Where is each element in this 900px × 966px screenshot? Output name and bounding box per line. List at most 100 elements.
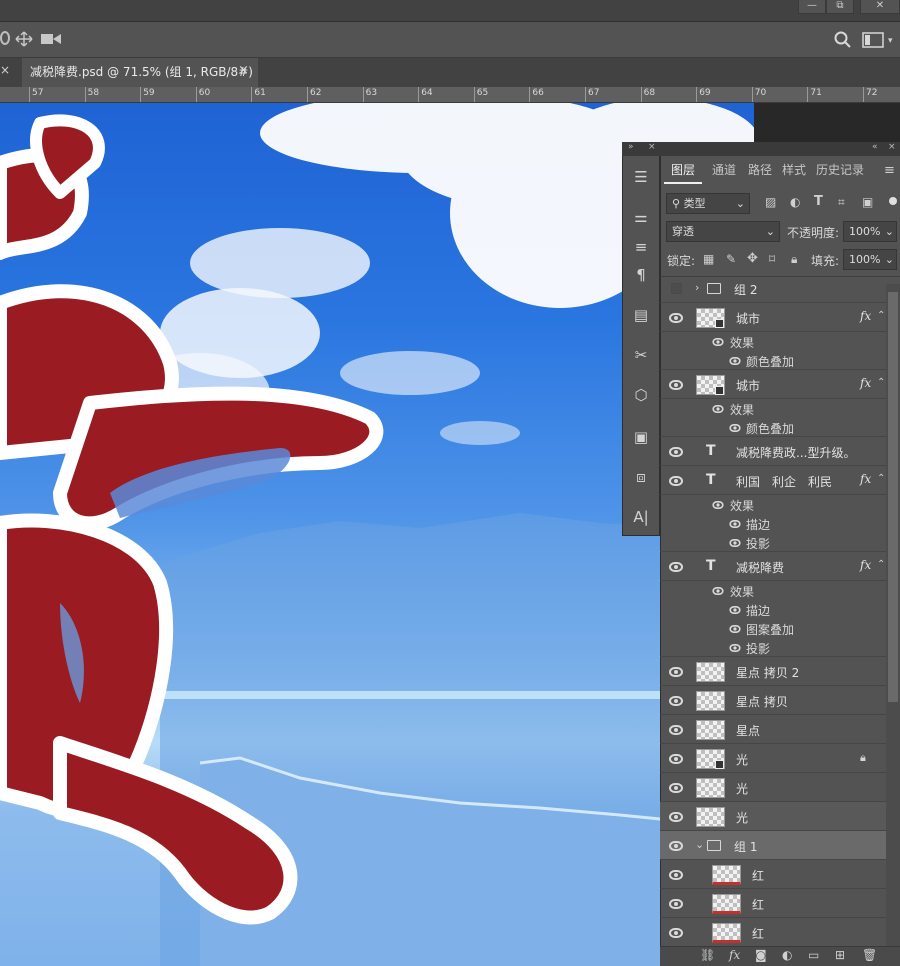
layer-name[interactable]: 红: [752, 925, 764, 942]
character-icon[interactable]: A|: [630, 506, 652, 528]
fx-icon[interactable]: fx: [860, 558, 871, 572]
effects-row[interactable]: [660, 581, 886, 600]
eye-icon[interactable]: [669, 379, 683, 390]
layer-row[interactable]: [660, 860, 886, 889]
workspace-dropdown-icon[interactable]: ▾: [888, 36, 893, 46]
properties-icon[interactable]: ☰: [630, 166, 652, 188]
chevron-right-icon[interactable]: ›: [695, 281, 699, 294]
pixel-filter-icon[interactable]: ▨: [765, 195, 776, 209]
document-tab[interactable]: 减税降费.psd @ 71.5% (组 1, RGB/8#): [22, 58, 258, 87]
eye-icon[interactable]: [712, 501, 724, 509]
eye-icon[interactable]: [669, 898, 683, 909]
visibility-toggle-empty[interactable]: [671, 282, 682, 294]
effect-item[interactable]: 颜色叠加: [746, 353, 794, 370]
layer-name[interactable]: 减税降费政...型升级。: [736, 444, 855, 461]
effects-row[interactable]: [660, 332, 886, 351]
layer-name[interactable]: 星点 拷贝 2: [736, 664, 799, 681]
opacity-input[interactable]: 100% ⌄: [843, 221, 897, 242]
effect-item[interactable]: 描边: [746, 602, 770, 619]
chevron-up-icon[interactable]: ⌃: [877, 559, 885, 570]
close-window-button[interactable]: ✕: [860, 0, 900, 14]
effect-item[interactable]: 投影: [746, 640, 770, 657]
fx-icon[interactable]: fx: [860, 376, 871, 390]
eye-icon[interactable]: [712, 405, 724, 413]
eye-icon[interactable]: [712, 587, 724, 595]
link-layers-icon[interactable]: ⛓: [700, 948, 715, 962]
layer-name[interactable]: 组 1: [734, 838, 757, 855]
chevron-up-icon[interactable]: ⌃: [877, 310, 885, 321]
eye-icon[interactable]: [729, 644, 741, 652]
tab-channels[interactable]: 通道: [712, 156, 736, 184]
restore-button[interactable]: ⧉: [826, 0, 854, 14]
tab-layers[interactable]: 图层: [664, 156, 702, 184]
document-tab-close-button[interactable]: ×: [238, 63, 249, 78]
close-panel-icon[interactable]: ×: [888, 142, 896, 152]
eye-icon[interactable]: [669, 811, 683, 822]
eye-icon[interactable]: [669, 869, 683, 880]
chevron-up-icon[interactable]: ⌃: [877, 377, 885, 388]
eye-icon[interactable]: [669, 446, 683, 457]
camera-3d-icon[interactable]: [40, 32, 62, 46]
tab-paths[interactable]: 路径: [748, 156, 772, 184]
eye-icon[interactable]: [669, 561, 683, 572]
effect-item[interactable]: 投影: [746, 535, 770, 552]
delete-layer-icon[interactable]: 🗑︎: [862, 948, 877, 962]
layer-row[interactable]: [660, 744, 886, 773]
eye-icon[interactable]: [729, 357, 741, 365]
layer-row[interactable]: [660, 303, 886, 332]
eye-icon[interactable]: [669, 312, 683, 323]
lock-position-icon[interactable]: ✥: [747, 251, 758, 266]
workspace-icon[interactable]: [862, 32, 884, 48]
fill-input[interactable]: 100% ⌄: [843, 249, 897, 270]
chevron-down-icon[interactable]: ⌄: [695, 838, 704, 851]
layer-row[interactable]: [660, 889, 886, 918]
layer-name[interactable]: 减税降费: [736, 559, 784, 576]
eye-icon[interactable]: [729, 625, 741, 633]
layer-name[interactable]: 光: [736, 780, 748, 797]
add-mask-icon[interactable]: ◙: [755, 948, 767, 962]
prev-tab-close-icon[interactable]: ×: [0, 63, 10, 77]
fx-icon[interactable]: fx: [860, 309, 871, 323]
layer-name[interactable]: 利国 利企 利民: [736, 473, 832, 490]
layer-filter-select[interactable]: ⚲ 类型 ⌄: [666, 193, 750, 214]
eye-icon[interactable]: [669, 666, 683, 677]
layer-row[interactable]: [660, 274, 886, 303]
eye-icon[interactable]: [669, 753, 683, 764]
lock-transparent-icon[interactable]: ▦: [703, 252, 714, 266]
effects-row[interactable]: [660, 399, 886, 418]
layer-name[interactable]: 组 2: [734, 281, 757, 298]
effect-item[interactable]: 颜色叠加: [746, 420, 794, 437]
eye-icon[interactable]: [669, 927, 683, 938]
close-strip-icon[interactable]: ×: [648, 142, 656, 152]
expand-icon[interactable]: »: [628, 142, 634, 152]
panel-menu-icon[interactable]: ≡: [884, 163, 895, 178]
layer-name[interactable]: 城市: [736, 310, 760, 327]
pan-3d-icon[interactable]: [14, 31, 34, 47]
effect-item[interactable]: 描边: [746, 516, 770, 533]
layer-row[interactable]: [660, 802, 886, 831]
chevron-up-icon[interactable]: ⌃: [877, 473, 885, 484]
eye-icon[interactable]: [669, 724, 683, 735]
lock-artboard-icon[interactable]: ⌑: [769, 252, 775, 266]
new-adjustment-icon[interactable]: ◐: [782, 948, 792, 962]
type-filter-icon[interactable]: T: [814, 194, 823, 209]
layer-name[interactable]: 红: [752, 896, 764, 913]
lock-all-icon[interactable]: 🔒︎: [791, 252, 797, 267]
layer-row[interactable]: [660, 370, 886, 399]
layer-name[interactable]: 城市: [736, 377, 760, 394]
blend-mode-select[interactable]: 穿透 ⌄: [666, 221, 780, 242]
collapse-panel-icon[interactable]: «: [872, 142, 878, 152]
layer-row[interactable]: [660, 831, 886, 860]
search-icon[interactable]: [834, 31, 852, 49]
eye-icon[interactable]: [729, 539, 741, 547]
fx-icon[interactable]: fx: [860, 472, 871, 486]
shape-filter-icon[interactable]: ⌗: [838, 195, 845, 210]
orbit-3d-icon[interactable]: [0, 31, 10, 45]
lock-brush-icon[interactable]: ✎: [726, 252, 736, 266]
adjustment-filter-icon[interactable]: ◐: [790, 195, 800, 209]
layer-name[interactable]: 星点: [736, 722, 760, 739]
layer-row[interactable]: [660, 715, 886, 744]
paragraph-list-icon[interactable]: ≡: [630, 236, 652, 258]
filter-toggle-icon[interactable]: [889, 197, 897, 205]
eye-icon[interactable]: [669, 695, 683, 706]
